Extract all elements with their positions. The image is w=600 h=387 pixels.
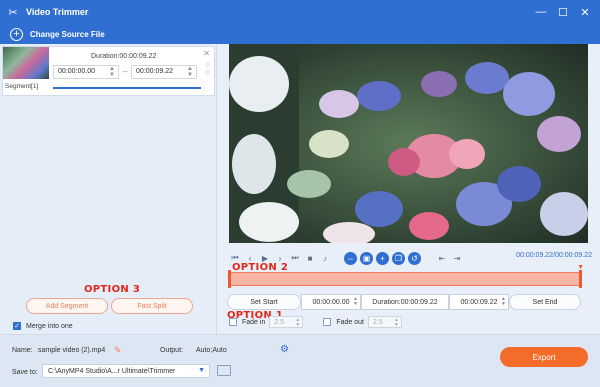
save-path-value: C:\AnyMP4 Studio\A...r Ultimate\Trimmer bbox=[48, 367, 176, 375]
segment-end-value: 00:00:09.22 bbox=[136, 68, 173, 75]
flower-video-frame bbox=[229, 44, 588, 243]
stop-icon[interactable]: ■ bbox=[304, 252, 316, 264]
dropdown-caret-icon[interactable]: ▼ bbox=[198, 367, 205, 374]
save-to-label: Save to: bbox=[12, 369, 38, 376]
toolbar: + Change Source File bbox=[0, 24, 600, 44]
add-segment-button[interactable]: Add Segment bbox=[26, 298, 108, 314]
trim-controls: ⏮ ‹ ▶ › ⏭ ■ ♪ ⇔ ▣ + ❐ ↺ ⇤ ⇥ 00:00:09.22/… bbox=[217, 243, 600, 334]
duration-value: Duration:00:00:09.22 bbox=[372, 298, 438, 306]
trim-end-handle[interactable] bbox=[579, 270, 582, 288]
segment-end-field[interactable]: 00:00:09.22 ▲ ▼ bbox=[131, 65, 197, 79]
merge-label: Merge into one bbox=[26, 322, 73, 330]
fade-in-label: Fade in bbox=[242, 318, 266, 326]
window-controls: — ☐ ✕ bbox=[530, 0, 596, 24]
volume-icon[interactable]: ♪ bbox=[319, 252, 331, 264]
split-icon[interactable]: ⇔ bbox=[344, 251, 357, 265]
end-time-field[interactable]: 00:00:09.22 ▲ ▼ bbox=[449, 294, 509, 310]
video-preview[interactable] bbox=[229, 44, 588, 243]
merge-checkbox[interactable]: ✓ bbox=[13, 322, 21, 330]
name-label: Name: bbox=[12, 347, 33, 354]
add-segment-icon[interactable]: + bbox=[376, 251, 389, 265]
stepper-icon[interactable]: ▲ ▼ bbox=[501, 297, 506, 307]
segment-panel: Segment[1] Duration:00:00:09.22 00:00:00… bbox=[0, 44, 217, 334]
trim-timeline[interactable]: ▼ bbox=[228, 264, 584, 288]
add-circle-icon[interactable]: + bbox=[10, 27, 23, 41]
fade-row: Fade in 2.5 ▲ ▼ Fade out 2.5 ▲ ▼ bbox=[229, 316, 402, 328]
stepper-icon[interactable]: ▲ ▼ bbox=[187, 66, 193, 78]
output-label: Output: bbox=[160, 347, 183, 354]
duration-field: Duration:00:00:09.22 bbox=[361, 294, 449, 310]
set-end-button[interactable]: Set End bbox=[509, 294, 581, 310]
time-readout: 00:00:09.22/00:00:09.22 bbox=[516, 252, 592, 259]
segment-start-value: 00:00:00.00 bbox=[58, 68, 95, 75]
go-to-start-icon[interactable]: ⇤ bbox=[436, 252, 448, 264]
go-to-end-icon[interactable]: ⇥ bbox=[451, 252, 463, 264]
stepper-icon[interactable]: ▲ ▼ bbox=[353, 297, 358, 307]
segment-card[interactable]: Segment[1] Duration:00:00:09.22 00:00:00… bbox=[2, 46, 215, 96]
segment-start-field[interactable]: 00:00:00.00 ▲ ▼ bbox=[53, 65, 119, 79]
fade-out-value: 2.5 bbox=[373, 318, 383, 326]
stepper-icon[interactable]: ▲ ▼ bbox=[109, 66, 115, 78]
segment-duration: Duration:00:00:09.22 bbox=[91, 53, 157, 60]
stepper-icon[interactable]: ▲ ▼ bbox=[394, 318, 399, 328]
segment-progress-bar bbox=[53, 87, 201, 89]
set-start-button[interactable]: Set Start bbox=[227, 294, 301, 310]
range-dash: – bbox=[123, 67, 128, 76]
export-button[interactable]: Export bbox=[500, 347, 588, 367]
remove-segment-icon[interactable]: ✕ bbox=[203, 49, 210, 58]
fade-out-label: Fade out bbox=[336, 318, 364, 326]
start-time-value: 00:00:00.00 bbox=[312, 298, 350, 306]
merge-option[interactable]: ✓ Merge into one bbox=[13, 322, 73, 330]
fast-split-button[interactable]: Fast Split bbox=[111, 298, 193, 314]
save-path-field[interactable]: C:\AnyMP4 Studio\A...r Ultimate\Trimmer … bbox=[42, 364, 210, 378]
reset-icon[interactable]: ↺ bbox=[408, 251, 421, 265]
playhead-icon[interactable]: ▼ bbox=[577, 264, 584, 271]
output-format: Auto;Auto bbox=[196, 347, 227, 354]
stepper-icon[interactable]: ▲ ▼ bbox=[295, 318, 300, 328]
start-time-field[interactable]: 00:00:00.00 ▲ ▼ bbox=[301, 294, 361, 310]
fade-out-field[interactable]: 2.5 ▲ ▼ bbox=[368, 316, 402, 328]
end-time-value: 00:00:09.22 bbox=[460, 298, 498, 306]
settings-gear-icon[interactable]: ⚙ bbox=[280, 344, 289, 355]
option3-annotation: OPTION 3 bbox=[84, 284, 141, 295]
output-bar: Name: sample video (2).mp4 ✎ Output: Aut… bbox=[0, 334, 600, 387]
window-title: Video Trimmer bbox=[26, 7, 89, 17]
trim-start-handle[interactable] bbox=[228, 270, 231, 288]
fade-out-checkbox[interactable] bbox=[323, 318, 332, 326]
folder-icon[interactable] bbox=[217, 365, 231, 376]
change-source-button[interactable]: Change Source File bbox=[30, 30, 105, 39]
reorder-icon[interactable]: ◇ ◇ bbox=[205, 61, 210, 77]
file-name: sample video (2).mp4 bbox=[38, 347, 106, 354]
copy-segment-icon[interactable]: ▣ bbox=[360, 251, 373, 265]
edit-name-icon[interactable]: ✎ bbox=[114, 345, 122, 356]
scissors-icon: ✂ bbox=[8, 6, 18, 19]
skip-end-icon[interactable]: ⏭ bbox=[289, 252, 301, 264]
fade-in-field[interactable]: 2.5 ▲ ▼ bbox=[269, 316, 304, 328]
close-button[interactable]: ✕ bbox=[574, 6, 596, 19]
fade-in-value: 2.5 bbox=[274, 318, 285, 326]
title-bar: ✂ Video Trimmer — ☐ ✕ bbox=[0, 0, 600, 24]
segment-thumbnail bbox=[3, 47, 49, 79]
segment-label: Segment[1] bbox=[5, 83, 39, 90]
duplicate-icon[interactable]: ❐ bbox=[392, 251, 405, 265]
maximize-button[interactable]: ☐ bbox=[552, 6, 574, 19]
minimize-button[interactable]: — bbox=[530, 6, 552, 18]
fade-in-checkbox[interactable] bbox=[229, 318, 237, 326]
range-row: Set Start 00:00:00.00 ▲ ▼ Duration:00:00:… bbox=[227, 294, 585, 310]
